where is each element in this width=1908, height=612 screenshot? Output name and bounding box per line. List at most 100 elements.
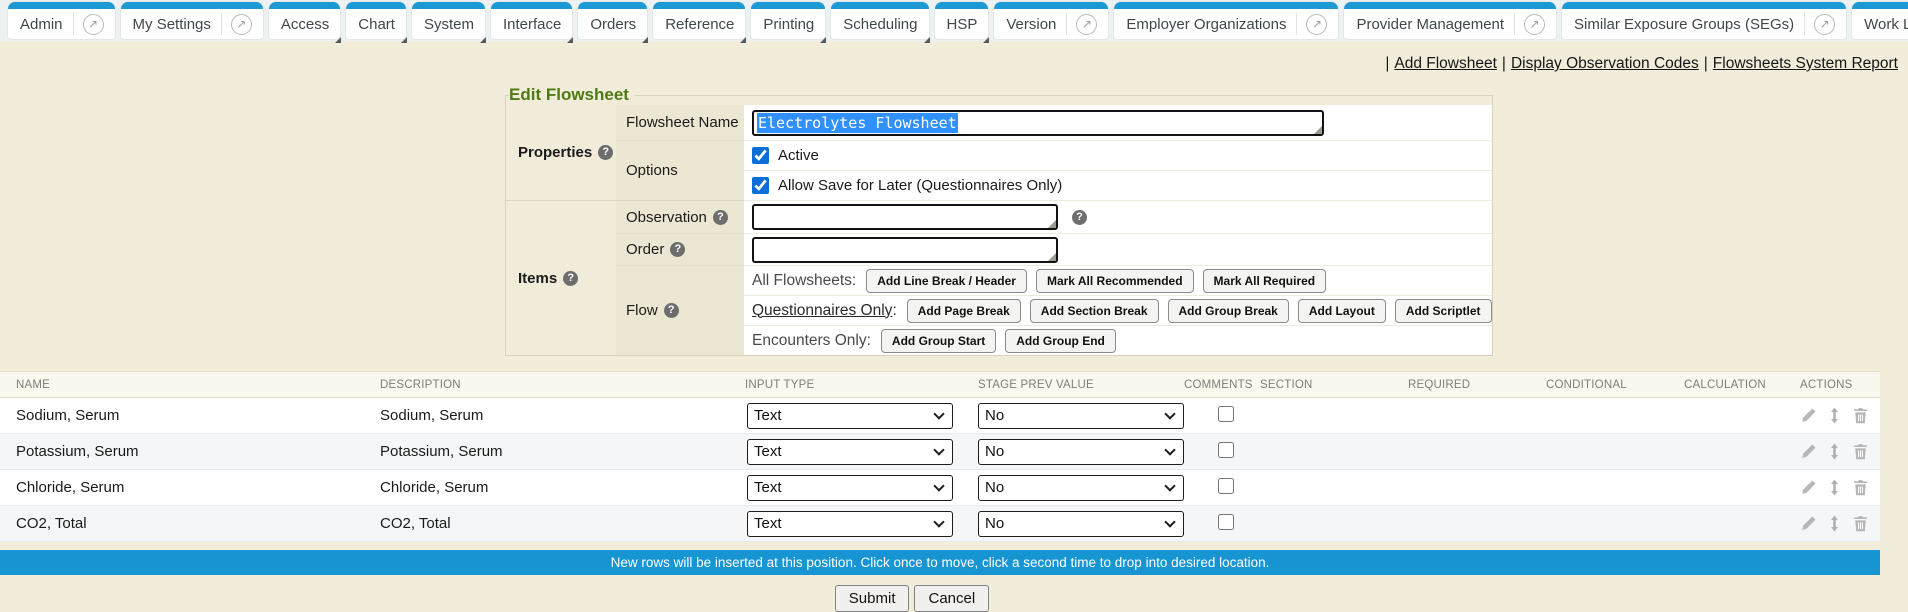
properties-group-label: Properties ? [506, 105, 616, 201]
active-checkbox[interactable] [752, 147, 769, 164]
external-link-icon[interactable]: ↗ [1814, 14, 1835, 35]
add-scriptlet-button[interactable]: Add Scriptlet [1395, 299, 1492, 323]
option-active-row: Active [744, 141, 1492, 171]
comments-checkbox[interactable] [1218, 442, 1234, 458]
tab-provider-management[interactable]: Provider Management↗ [1344, 2, 1556, 39]
delete-icon[interactable] [1852, 479, 1869, 496]
tab-system[interactable]: System [412, 2, 485, 39]
tab-accent-bar [1114, 2, 1338, 9]
edit-flowsheet-form: Edit Flowsheet Properties ? Items ? Flow… [505, 85, 1493, 356]
help-icon[interactable]: ? [1072, 210, 1087, 225]
tab-label: My Settings [133, 16, 211, 33]
add-group-end-button[interactable]: Add Group End [1005, 329, 1116, 353]
insert-position-bar[interactable]: New rows will be inserted at this positi… [0, 550, 1880, 575]
allow-save-checkbox[interactable] [752, 177, 769, 194]
link-flowsheets-system-report[interactable]: Flowsheets System Report [1713, 55, 1898, 72]
tab-admin[interactable]: Admin↗ [8, 2, 115, 39]
submit-button[interactable]: Submit [835, 585, 910, 612]
resize-handle-icon[interactable] [1048, 220, 1056, 228]
comments-checkbox[interactable] [1218, 406, 1234, 422]
cell-actions [1790, 407, 1880, 424]
external-link-icon[interactable]: ↗ [83, 14, 104, 35]
stage-prev-value-select[interactable]: No [978, 403, 1184, 429]
tab-divider [221, 13, 222, 35]
tab-similar-exposure-groups-segs[interactable]: Similar Exposure Groups (SEGs) ↗ [1562, 2, 1846, 39]
tab-orders[interactable]: Orders [578, 2, 647, 39]
mark-all-required-button[interactable]: Mark All Required [1203, 269, 1327, 293]
cell-description: Sodium, Serum [364, 407, 729, 424]
tab-work-locations[interactable]: Work Locations↗ [1852, 2, 1908, 39]
input-type-select[interactable]: Text [747, 403, 953, 429]
cell-description: Potassium, Serum [364, 443, 729, 460]
add-line-break-header-button[interactable]: Add Line Break / Header [866, 269, 1027, 293]
tab-chart[interactable]: Chart [346, 2, 406, 39]
add-page-break-button[interactable]: Add Page Break [907, 299, 1021, 323]
tab-scheduling[interactable]: Scheduling [831, 2, 928, 39]
flowsheet-name-label: Flowsheet Name [616, 105, 744, 141]
tab-accent-bar [269, 2, 340, 9]
tab-reference[interactable]: Reference [653, 2, 745, 39]
flow-prefix-questionnaires-only[interactable]: Questionnaires Only: [752, 302, 897, 320]
tab-label: Similar Exposure Groups (SEGs) [1574, 16, 1794, 33]
edit-icon[interactable] [1800, 407, 1817, 424]
move-icon[interactable] [1826, 479, 1843, 496]
column-header-input-type: INPUT TYPE [729, 379, 962, 391]
help-icon[interactable]: ? [713, 210, 728, 225]
resize-handle-icon[interactable] [1048, 253, 1056, 261]
tab-employer-organizations[interactable]: Employer Organizations↗ [1114, 2, 1338, 39]
tab-version[interactable]: Version↗ [994, 2, 1108, 39]
add-section-break-button[interactable]: Add Section Break [1030, 299, 1159, 323]
input-type-select[interactable]: Text [747, 439, 953, 465]
help-icon[interactable]: ? [664, 303, 679, 318]
move-icon[interactable] [1826, 407, 1843, 424]
stage-prev-value-select[interactable]: No [978, 439, 1184, 465]
order-input[interactable] [752, 237, 1058, 263]
tab-interface[interactable]: Interface [491, 2, 572, 39]
observation-input[interactable] [752, 204, 1058, 230]
mark-all-recommended-button[interactable]: Mark All Recommended [1036, 269, 1194, 293]
tab-label: Work Locations [1864, 16, 1908, 33]
flow-buttons: Add Group Start Add Group End [881, 329, 1116, 353]
delete-icon[interactable] [1852, 407, 1869, 424]
link-display-observation-codes[interactable]: Display Observation Codes [1511, 55, 1699, 72]
move-icon[interactable] [1826, 443, 1843, 460]
stage-prev-value-select[interactable]: No [978, 475, 1184, 501]
edit-icon[interactable] [1800, 515, 1817, 532]
input-type-select[interactable]: Text [747, 511, 953, 537]
external-link-icon[interactable]: ↗ [1524, 14, 1545, 35]
tab-hsp[interactable]: HSP [935, 2, 989, 39]
external-link-icon[interactable]: ↗ [1306, 14, 1327, 35]
external-link-icon[interactable]: ↗ [231, 14, 252, 35]
link-add-flowsheet[interactable]: Add Flowsheet [1394, 55, 1497, 72]
add-group-start-button[interactable]: Add Group Start [881, 329, 996, 353]
tab-my-settings[interactable]: My Settings ↗ [121, 2, 263, 39]
help-icon[interactable]: ? [670, 242, 685, 257]
tab-access[interactable]: Access [269, 2, 340, 39]
delete-icon[interactable] [1852, 443, 1869, 460]
tab-label: HSP [947, 16, 978, 33]
tab-label: Chart [358, 16, 395, 33]
comments-checkbox[interactable] [1218, 478, 1234, 494]
cell-actions [1790, 479, 1880, 496]
help-icon[interactable]: ? [563, 271, 578, 286]
tab-accent-bar [1852, 2, 1908, 9]
tab-label: Access [281, 16, 329, 33]
add-layout-button[interactable]: Add Layout [1298, 299, 1386, 323]
add-group-break-button[interactable]: Add Group Break [1168, 299, 1289, 323]
edit-icon[interactable] [1800, 443, 1817, 460]
tab-printing[interactable]: Printing [751, 2, 825, 39]
resize-handle-icon[interactable] [1314, 126, 1322, 134]
cancel-button[interactable]: Cancel [914, 585, 989, 612]
stage-prev-value-select[interactable]: No [978, 511, 1184, 537]
delete-icon[interactable] [1852, 515, 1869, 532]
edit-icon[interactable] [1800, 479, 1817, 496]
help-icon[interactable]: ? [598, 145, 613, 160]
tab-divider [73, 13, 74, 35]
options-label: Options [616, 141, 744, 201]
flowsheet-name-input[interactable]: Electrolytes Flowsheet [752, 110, 1324, 136]
input-type-select[interactable]: Text [747, 475, 953, 501]
move-icon[interactable] [1826, 515, 1843, 532]
tab-accent-bar [412, 2, 485, 9]
external-link-icon[interactable]: ↗ [1076, 14, 1097, 35]
comments-checkbox[interactable] [1218, 514, 1234, 530]
